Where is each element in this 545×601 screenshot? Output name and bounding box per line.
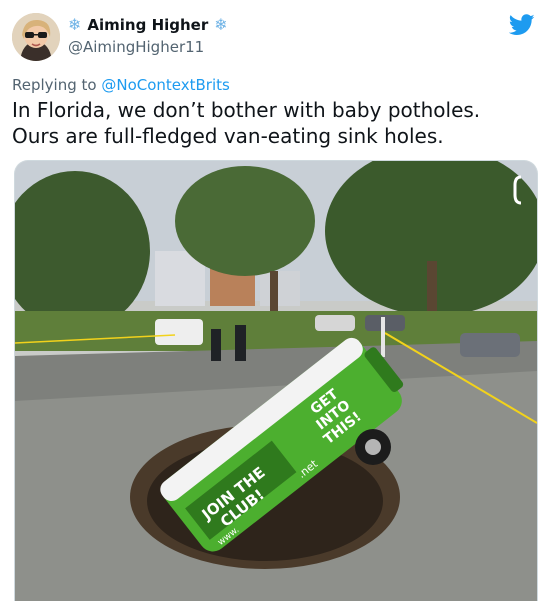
tweet-text: In Florida, we don’t bother with baby po… [12,98,481,148]
avatar[interactable] [12,13,60,61]
display-name[interactable]: Aiming Higher [87,16,208,34]
sinkhole-photo: JOIN THE CLUB! GET INTO THIS! .net www. [15,161,537,601]
snowflake-icon: ❄ [214,15,228,34]
snowflake-icon: ❄ [68,15,82,34]
reply-context: Replying to @NoContextBrits [12,76,230,94]
author-name-row[interactable]: ❄ Aiming Higher ❄ [68,16,228,34]
reply-prefix: Replying to [12,76,97,94]
avatar-image [12,13,60,61]
user-handle[interactable]: @AimingHigher11 [68,38,204,56]
reply-to-link[interactable]: @NoContextBrits [101,76,229,94]
tweet-photo[interactable]: JOIN THE CLUB! GET INTO THIS! .net www. [14,160,538,601]
twitter-bird-icon[interactable] [509,14,535,36]
